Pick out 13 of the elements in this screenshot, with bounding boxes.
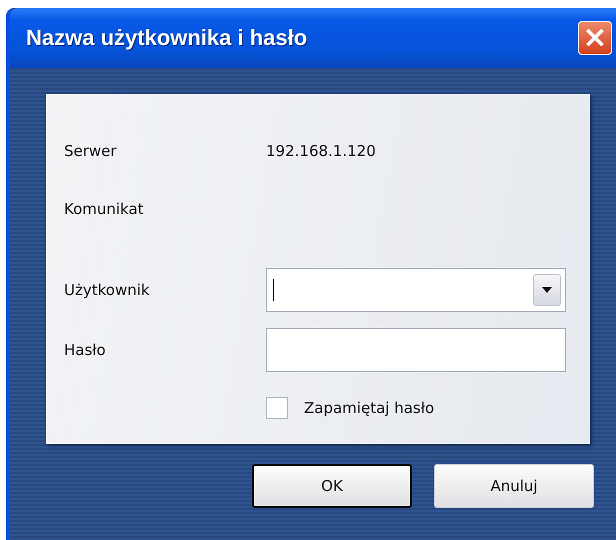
field-label: Komunikat — [64, 200, 145, 218]
field-label: Użytkownik — [64, 281, 151, 299]
caret-icon — [542, 287, 552, 293]
cancel-button[interactable]: Anuluj — [434, 464, 594, 508]
field-value: 192.168.1.120 — [266, 142, 376, 160]
remember-checkbox[interactable] — [266, 397, 288, 419]
field-label: Serwer — [64, 142, 118, 160]
field-label: Hasło — [64, 341, 107, 359]
checkbox-label: Zapamiętaj hasło — [304, 399, 434, 417]
dropdown-button[interactable] — [533, 274, 561, 306]
window-title: Nazwa użytkownika i hasło — [26, 25, 308, 51]
password-field[interactable] — [266, 328, 566, 372]
ok-button[interactable]: OK — [252, 464, 412, 508]
